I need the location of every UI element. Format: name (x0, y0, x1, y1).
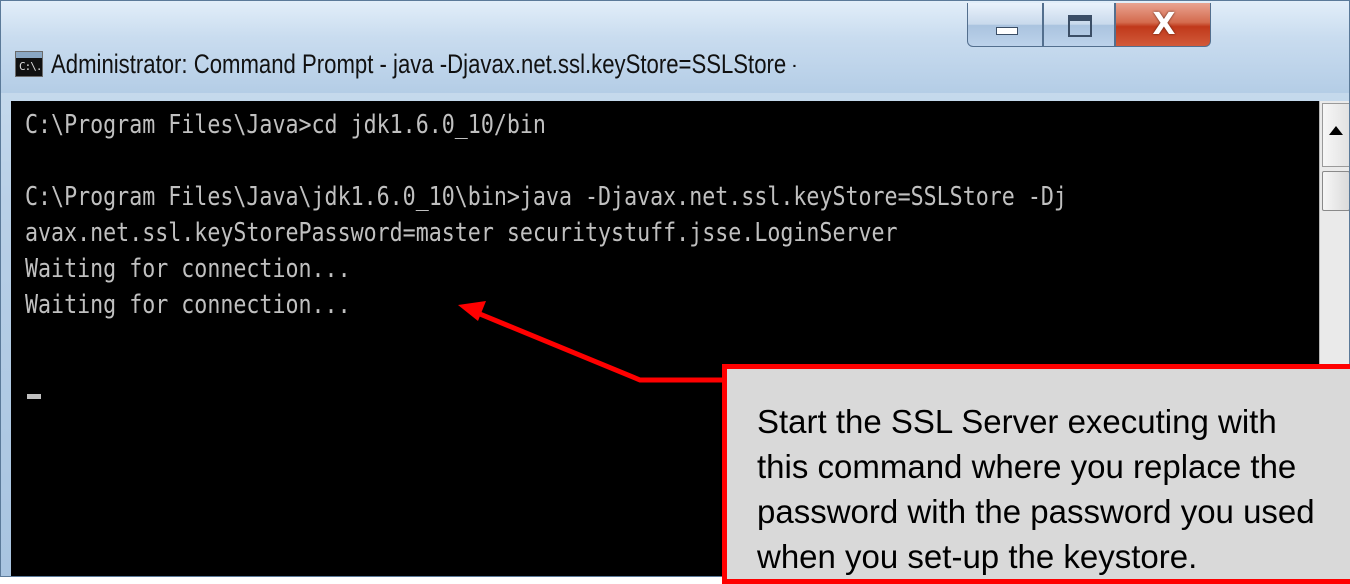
command-prompt-icon[interactable]: C:\. (15, 51, 43, 77)
minimize-button[interactable] (967, 3, 1043, 47)
text-cursor (27, 394, 41, 399)
console-line: avax.net.ssl.keyStorePassword=master sec… (25, 218, 898, 248)
maximize-button[interactable] (1043, 3, 1115, 47)
maximize-icon (1068, 15, 1092, 37)
arrow-up-icon (1329, 126, 1343, 135)
callout-text: Start the SSL Server executing with this… (757, 399, 1350, 579)
console-line: Waiting for connection... (25, 290, 351, 320)
callout-line: this command where you replace the (757, 448, 1297, 485)
close-icon: X (1152, 7, 1176, 42)
window-title: Administrator: Command Prompt - java -Dj… (51, 49, 796, 79)
callout-line: when you set-up the keystore. (757, 538, 1198, 575)
callout-line: Start the SSL Server executing with (757, 403, 1277, 440)
scroll-up-button[interactable] (1322, 103, 1349, 167)
title-bar[interactable]: C:\. Administrator: Command Prompt - jav… (1, 1, 1349, 93)
command-prompt-icon-label: C:\. (19, 60, 42, 73)
close-button[interactable]: X (1115, 3, 1211, 47)
console-line: Waiting for connection... (25, 254, 351, 284)
minimize-icon (996, 27, 1018, 35)
scroll-thumb[interactable] (1322, 171, 1349, 211)
caption-buttons: X (967, 3, 1323, 83)
callout-line: password with the password you used (757, 493, 1315, 530)
console-line: C:\Program Files\Java>cd jdk1.6.0_10/bin (25, 110, 546, 140)
annotation-callout: Start the SSL Server executing with this… (722, 364, 1350, 584)
console-line: C:\Program Files\Java\jdk1.6.0_10\bin>ja… (25, 182, 1067, 212)
